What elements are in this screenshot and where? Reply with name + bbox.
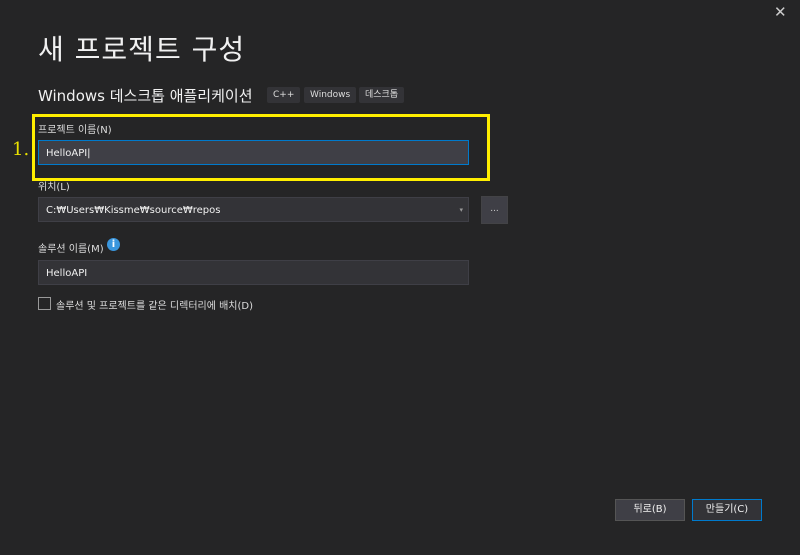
create-button[interactable]: 만들기(C) — [692, 499, 762, 521]
same-directory-checkbox[interactable] — [38, 297, 51, 310]
location-combobox[interactable]: C:₩Users₩Kissme₩source₩repos ▾ — [38, 197, 469, 222]
step-annotation: 1. — [12, 139, 30, 160]
project-name-value: HelloAPI — [46, 148, 88, 159]
project-name-input[interactable]: HelloAPI| — [38, 140, 469, 165]
browse-button[interactable]: ... — [481, 196, 508, 224]
solution-name-label: 솔루션 이름(M) — [38, 244, 104, 255]
tag-desktop: 데스크톱 — [359, 87, 405, 103]
template-name: Windows 데스크톱 애플리케이션 — [38, 87, 253, 105]
location-label: 위치(L) — [38, 182, 70, 193]
close-icon[interactable]: ✕ — [774, 3, 787, 21]
info-icon[interactable]: i — [107, 238, 120, 251]
back-button[interactable]: 뒤로(B) — [615, 499, 685, 521]
same-directory-label[interactable]: 솔루션 및 프로젝트를 같은 디렉터리에 배치(D) — [56, 297, 253, 312]
project-name-label: 프로젝트 이름(N) — [38, 125, 112, 136]
page-title: 새 프로젝트 구성 — [38, 33, 246, 66]
tag-windows: Windows — [304, 87, 357, 103]
solution-name-input[interactable]: HelloAPI — [38, 260, 469, 285]
solution-name-value: HelloAPI — [46, 268, 88, 279]
chevron-down-icon[interactable]: ▾ — [459, 198, 463, 223]
location-value: C:₩Users₩Kissme₩source₩repos — [46, 205, 221, 216]
tag-cpp: C++ — [267, 87, 301, 103]
